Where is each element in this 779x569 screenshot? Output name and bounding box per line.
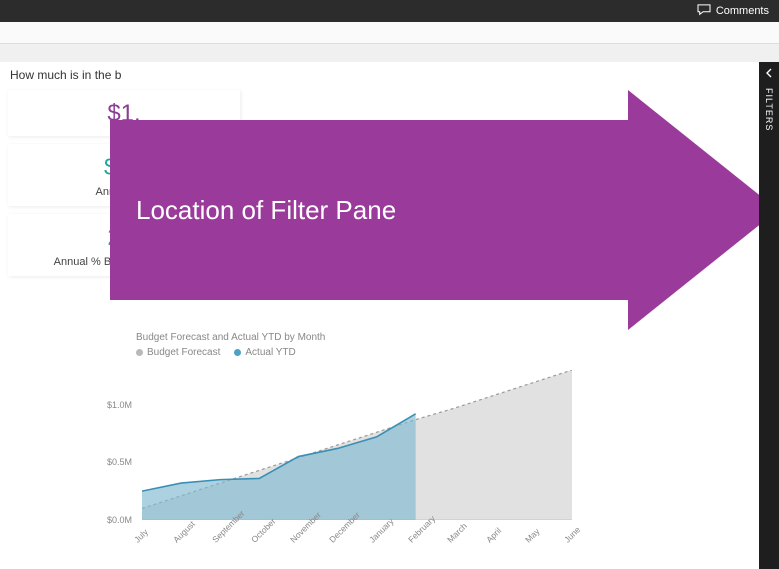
chart-legend: Budget Forecast Actual YTD [136,347,590,358]
filters-pane-collapsed[interactable]: FILTERS [759,62,779,569]
x-tick: May [523,526,541,544]
metric-value: $1. [16,100,232,128]
metric-value: $30 [16,154,232,182]
comments-button[interactable]: Comments [697,4,769,19]
legend-label: Budget Forecast [147,347,220,358]
toolbar-strip [0,22,779,44]
comment-icon [697,4,711,19]
chart-budget-forecast-actual: Budget Forecast and Actual YTD by Month … [110,332,590,550]
metric-label: Annual Bud [16,186,232,198]
chart-title: Budget Forecast and Actual YTD by Month [136,332,590,343]
x-tick: April [484,526,503,545]
swatch-gray-icon [488,171,496,179]
arrow-head-icon [488,90,759,330]
x-axis: JulyAugustSeptemberOctoberNovemberDecemb… [142,522,572,552]
legend-value: $0.4M [488,154,516,165]
y-axis: $1.0M $0.5M $0.0M [106,370,136,520]
legend-label: Actual YTD [245,347,295,358]
legend-value: $0.5M [501,184,529,195]
metric-label: Annual % Budget Remaining [16,256,232,268]
x-tick: August [171,519,197,545]
legend-item: Actual YTD [234,347,295,358]
x-tick: July [132,527,150,545]
card-budget-remaining: $1. [8,90,240,136]
metrics-column: $1. $30 Annual Bud 25. Annual % Budget R… [8,90,240,284]
y-tick: $0.0M [107,515,132,525]
area-chart-svg [142,370,572,520]
y-tick: $0.5M [107,457,132,467]
page-title: How much is in the b [0,62,759,84]
card-annual-budget: $30 Annual Bud [8,144,240,206]
card-percent-remaining: 25. Annual % Budget Remaining [8,214,240,276]
y-tick: $1.0M [107,400,132,410]
mini-legend: $0.4M $0.5M $0.5M [488,154,578,199]
x-tick: October [249,516,277,544]
dot-blue-icon [234,349,241,356]
dot-gray-icon [136,349,143,356]
legend-item: Budget Forecast [136,347,220,358]
plot-area: $1.0M $0.5M $0.0M JulyAugustSeptemberOct… [136,370,590,550]
filters-label: FILTERS [764,88,774,131]
x-tick: June [562,525,582,545]
legend-value: $0.5M [496,224,524,235]
legend-value: $0.5M [501,169,529,180]
x-tick: January [367,516,395,544]
app-top-bar: Comments [0,0,779,22]
plot-svg-container [142,370,572,520]
metric-value: 25. [16,224,232,252]
content-area: How much is in the b $1. $30 Annual Bud … [0,62,779,569]
comments-label: Comments [716,5,769,17]
swatch-blue-icon [488,186,496,194]
report-canvas: How much is in the b $1. $30 Annual Bud … [0,62,759,569]
gap-strip [0,44,779,62]
x-tick: March [445,521,469,545]
chevron-left-icon [764,68,774,78]
